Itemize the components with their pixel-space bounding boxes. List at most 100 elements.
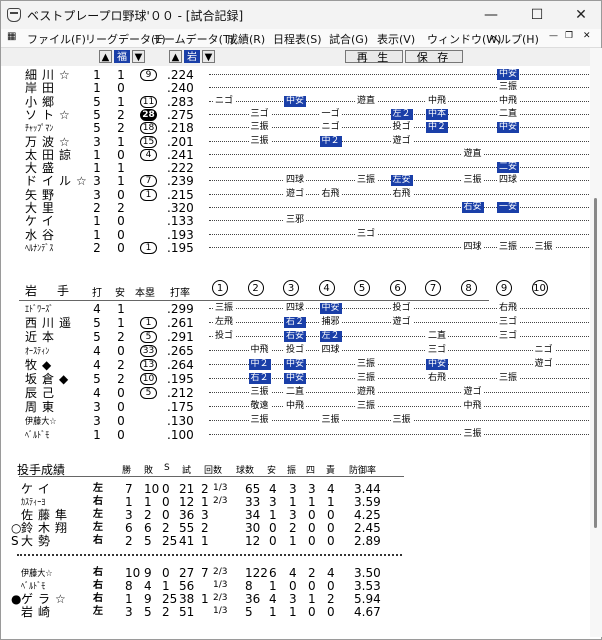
menu-file[interactable]: ファイル(F)	[27, 31, 86, 47]
mdi-close-icon[interactable]: ✕	[583, 31, 591, 41]
batter-row[interactable]: 周東 3 0 .175 敬遠 中飛 三振 中飛	[7, 401, 590, 413]
at-bat-result: 左２	[390, 108, 413, 120]
team2-down-button[interactable]: ▼	[202, 50, 215, 63]
batter-row[interactable]: ドイル☆ 3 1 7.239 四球 三振 左安 三振 四球	[7, 175, 590, 188]
batting-average: .201	[167, 134, 194, 149]
pitch-stat: 9	[144, 566, 152, 580]
pitcher-name: 佐藤隼	[21, 508, 73, 522]
hits: 0	[117, 400, 125, 414]
batting-average: .224	[167, 68, 194, 82]
batter-row[interactable]: 万波☆ 3 1 15 .201 三振 中２ 遊ゴ	[7, 134, 590, 149]
pitcher-row[interactable]: ﾍﾞﾙﾄﾞﾓ右 8 4 1 56 1/3 8 1 0 0 0 3.53	[7, 580, 407, 592]
pitching-header: 振	[287, 466, 297, 476]
pitch-stat: 51	[179, 605, 195, 619]
pitcher-name: 大勢	[21, 534, 56, 548]
at-bat-result: 四球	[497, 175, 520, 187]
batter-row[interactable]: 岸田 1 0 .240 三振	[7, 82, 590, 94]
pitch-stat: 55	[179, 521, 195, 535]
pitcher-row[interactable]: 伊藤大☆ 右 10 9 0 27 7 2/3 122 6 4 2 4 3.50	[7, 567, 407, 579]
team1-down-button[interactable]: ▼	[132, 50, 145, 63]
inning-header: 9	[496, 280, 512, 296]
throws: 右	[93, 580, 103, 591]
pitcher-row[interactable]: ｶｽﾃｨｰﾖ右 1 1 0 12 1 2/3 33 3 1 1 1 3.59	[7, 496, 407, 508]
batter-row[interactable]: ｵｰｽﾃｨﾝ 4 0 33 .265 中飛 投ゴ 四球 三ゴ ニゴ	[7, 345, 590, 357]
doc-icon[interactable]: ▦	[7, 31, 16, 42]
pitcher-row[interactable]: ケイ左 7 10 0 21 2 1/3 65 4 3 3 4 3.44	[7, 483, 407, 495]
batter-row[interactable]: ﾁｬｯﾌﾟﾏﾝ 5 2 18 .218 三振 ニゴ 投ゴ 中２ 中安	[7, 121, 590, 136]
pitching-header: 責	[326, 466, 336, 476]
team2-up-button[interactable]: ▲	[169, 50, 182, 63]
pitcher-row[interactable]: 佐藤隼左 3 2 0 36 3 34 1 3 0 0 4.25	[7, 509, 407, 521]
pitch-stat: 4	[327, 482, 335, 496]
batter-row[interactable]: 坂倉◆ 5 2 10 .195 右２ 中安 三振 右飛 三振	[7, 373, 590, 385]
menu-bar: ▦ ファイル(F) リーグデータ(L) チームデータ(T) 成績(R) 日程表(…	[1, 29, 601, 48]
home-run-count: 7	[140, 175, 157, 188]
home-run-count: 10	[140, 373, 157, 385]
pitcher-row[interactable]: ● ゲラ☆ 右 1 9 25 38 1 2/3 36 4 3 1 2 5.94	[7, 593, 407, 605]
team1-up-button[interactable]: ▲	[99, 50, 112, 63]
pitch-stat: 6	[144, 521, 152, 535]
batter-row[interactable]: 水谷 1 0 .193 三ゴ	[7, 228, 590, 241]
batter-row[interactable]: ケイ 1 0 .133 三邪	[7, 215, 590, 227]
team1-button[interactable]: 福	[114, 50, 130, 63]
batting-average: .215	[167, 187, 194, 202]
hits: 0	[117, 187, 125, 202]
at-bats: 5	[93, 330, 101, 344]
hits: 2	[117, 121, 125, 136]
scroll-thumb[interactable]	[594, 198, 597, 528]
batter-row[interactable]: ｴﾄﾞﾜｰｽﾞ 4 1 .299 三振 四球 中安 投ゴ 右飛	[7, 303, 590, 315]
batter-row[interactable]: 太田諒 1 0 4 .241 遊直	[7, 148, 590, 161]
inning-header: 8	[460, 280, 477, 296]
batter-row[interactable]: 小郷 5 1 11.283 ニゴ 中安 遊直 中飛 中飛	[7, 95, 590, 108]
menu-schedule[interactable]: 日程表(S)	[273, 31, 322, 47]
inning-header: 2	[247, 280, 264, 296]
pitch-stat: 38	[179, 592, 195, 606]
close-icon[interactable]: ✕	[559, 1, 602, 29]
at-bat-result: 遊直	[461, 148, 484, 160]
menu-game[interactable]: 試合(G)	[329, 31, 368, 47]
vertical-scrollbar[interactable]	[590, 48, 602, 637]
menu-help[interactable]: ヘルプ(H)	[489, 31, 539, 47]
pitch-stat: 2	[125, 534, 133, 548]
pitch-stat: 1	[289, 495, 297, 509]
dotted-leader	[209, 207, 589, 209]
mdi-minimize-icon[interactable]: —	[549, 31, 558, 41]
mdi-restore-icon[interactable]: ❐	[565, 31, 573, 41]
at-bat-result: 三ゴ	[248, 108, 271, 120]
menu-stats[interactable]: 成績(R)	[227, 31, 265, 47]
pitcher-row[interactable]: 岩崎左 3 5 2 51 1/3 5 1 1 0 0 4.67	[7, 606, 407, 618]
batter-row[interactable]: 牧◆ 4 2 13 .264 中２ 中安 三振 中安 遊ゴ	[7, 359, 590, 371]
at-bat-result: 中飛	[497, 95, 520, 107]
menu-team-data[interactable]: チームデータ(T)	[153, 31, 234, 47]
save-button[interactable]: 保 存	[405, 50, 463, 64]
batter-row[interactable]: 伊藤大☆ 3 0 .130 三振 三振 三振	[7, 415, 590, 427]
menu-view[interactable]: 表示(V)	[377, 31, 415, 47]
batter-row[interactable]: 近本 5 2 5 .291 投ゴ 右安 左２ 二直 三ゴ	[7, 331, 590, 343]
maximize-icon[interactable]: ☐	[515, 1, 559, 29]
batting-average: .175	[167, 400, 194, 414]
batter-row[interactable]: 大里 2 2 .320 右安 一安	[7, 202, 590, 214]
batter-row[interactable]: ﾍﾞﾙﾄﾞﾓ 1 0 .100 三振	[7, 429, 590, 441]
batter-row[interactable]: ﾍﾙﾅﾝﾃﾞｽ 2 0 1 .195 四球 三振 三振	[7, 241, 590, 254]
minimize-icon[interactable]: —	[469, 1, 513, 29]
at-bat-result: 捕邪	[319, 317, 342, 328]
pitcher-row[interactable]: ○ 鈴木翔左 6 6 2 55 2 30 0 2 0 0 2.45	[7, 522, 407, 534]
inning-header: 1	[212, 280, 228, 296]
batter-row[interactable]: ソト☆ 5 2 28 .275 三ゴ 一ゴ 左２ 中本 二直	[7, 107, 590, 122]
batter-row[interactable]: 西川遥 5 1 1 .261 左飛 右２ 捕邪 遊ゴ 三ゴ	[7, 317, 590, 329]
replay-button[interactable]: 再 生	[345, 50, 403, 64]
batter-row[interactable]: 大盛 1 1 .222 二安	[7, 162, 590, 174]
batter-row[interactable]: 矢野 3 0 1.215 遊ゴ 右飛 右飛	[7, 187, 590, 202]
innings-fraction: 2/3	[213, 496, 228, 506]
pitch-stat: 3	[289, 482, 297, 496]
at-bats: 5	[93, 316, 101, 330]
hits: 1	[117, 316, 125, 330]
column-header: 打	[92, 288, 102, 299]
team2-button[interactable]: 岩	[184, 50, 200, 63]
pitcher-row[interactable]: S 大勢右 2 5 25 41 1 12 0 1 0 0 2.89	[7, 535, 407, 547]
home-run-count: 4	[140, 148, 157, 161]
at-bat-result: 三邪	[284, 215, 307, 227]
batter-row[interactable]: 細川☆ 1 1 9 .224 中安	[7, 69, 590, 81]
hits: 2	[117, 107, 125, 122]
batter-row[interactable]: 辰己 4 0 5 .212 三振 二直 遊飛 遊ゴ	[7, 387, 590, 399]
